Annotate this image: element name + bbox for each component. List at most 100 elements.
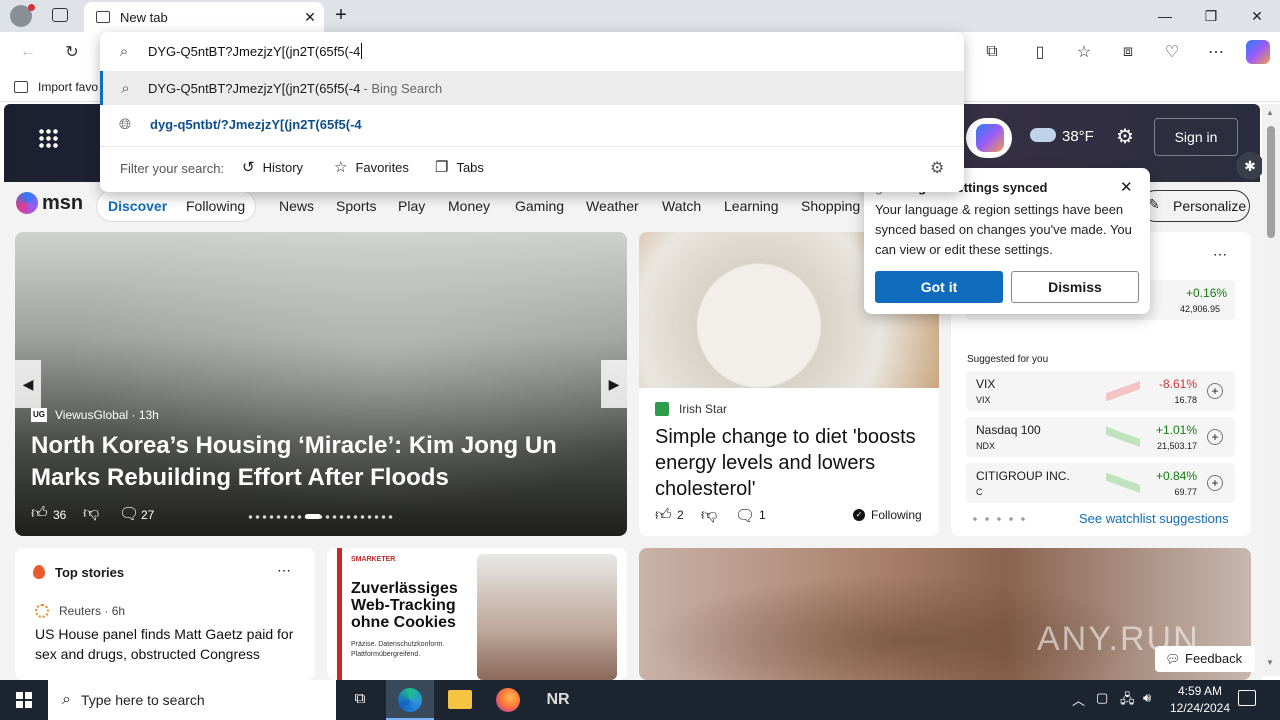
new-tab-button[interactable]: + bbox=[330, 4, 352, 26]
maximize-button[interactable]: ❐ bbox=[1188, 0, 1234, 32]
search-icon: ⌕ bbox=[119, 42, 129, 60]
filter-tabs[interactable]: ❐ Tabs bbox=[435, 158, 484, 176]
sign-in-button[interactable]: Sign in bbox=[1154, 118, 1238, 156]
stock-value: 16.78 bbox=[1174, 395, 1197, 405]
stock-sparkline bbox=[1106, 469, 1140, 497]
volume-icon[interactable]: 🔊︎ bbox=[1143, 690, 1151, 706]
file-explorer-icon[interactable] bbox=[448, 690, 472, 709]
clock[interactable]: 4:59 AM 12/24/2024 bbox=[1164, 683, 1236, 717]
dismiss-button[interactable]: Dismiss bbox=[1011, 271, 1139, 303]
nav-play[interactable]: Play bbox=[398, 198, 425, 214]
edge-taskbar-button[interactable] bbox=[386, 680, 434, 720]
tab-title: New tab bbox=[120, 9, 168, 25]
ad-card[interactable]: SMARKETER Zuverlässiges Web-Tracking ohn… bbox=[327, 548, 627, 680]
add-stock-button[interactable]: + bbox=[1207, 475, 1223, 491]
article-likes: 2 bbox=[677, 508, 684, 522]
next-slide-button[interactable]: ▶ bbox=[601, 360, 627, 408]
hero-headline[interactable]: North Korea’s Housing ‘Miracle’: Kim Jon… bbox=[31, 430, 616, 494]
close-window-button[interactable]: ✕ bbox=[1234, 0, 1280, 32]
nav-money[interactable]: Money bbox=[448, 198, 490, 214]
split-screen-icon[interactable]: ▯ bbox=[1028, 40, 1052, 64]
story-headline[interactable]: US House panel finds Matt Gaetz paid for… bbox=[35, 624, 297, 664]
tab-actions-icon[interactable] bbox=[52, 8, 68, 22]
performance-icon[interactable]: ♡ bbox=[1160, 40, 1184, 64]
watchlist-more-icon[interactable]: ⋯ bbox=[1213, 246, 1227, 263]
tab-new-tab[interactable]: New tab ✕ bbox=[84, 2, 324, 32]
dropdown-divider bbox=[100, 146, 964, 147]
see-suggestions-link[interactable]: See watchlist suggestions bbox=[1079, 511, 1229, 526]
scrollbar-thumb[interactable] bbox=[1267, 126, 1275, 238]
scrollbar-up-arrow[interactable]: ▲ bbox=[1266, 108, 1274, 117]
nav-news[interactable]: News bbox=[279, 198, 314, 214]
article-comment-icon[interactable]: 🗨 bbox=[735, 506, 755, 526]
article-following[interactable]: Following bbox=[871, 508, 922, 522]
nav-weather[interactable]: Weather bbox=[586, 198, 639, 214]
carousel-dots[interactable] bbox=[247, 514, 395, 520]
start-button[interactable] bbox=[0, 680, 48, 720]
prev-slide-button[interactable]: ◀ bbox=[15, 360, 41, 408]
stock-row-ndx[interactable]: Nasdaq 100 NDX +1.01% 21,503.17 + bbox=[966, 417, 1235, 457]
app-launcher-icon[interactable] bbox=[38, 128, 58, 148]
address-input-row[interactable]: ⌕ DYG-Q5ntBT?JmezjzY[(jn2T(65f5(-4 bbox=[100, 32, 964, 70]
nav-learning[interactable]: Learning bbox=[724, 198, 779, 214]
hero-comment-icon[interactable]: 🗨 bbox=[119, 504, 139, 524]
copilot-icon[interactable] bbox=[1246, 40, 1270, 64]
got-it-button[interactable]: Got it bbox=[875, 271, 1003, 303]
nr-app-button[interactable]: NR bbox=[536, 680, 580, 720]
hero-like-icon[interactable]: 👍︎ bbox=[31, 504, 48, 523]
show-hidden-icons[interactable]: ︿ bbox=[1072, 690, 1085, 709]
nav-discover[interactable]: Discover bbox=[108, 198, 167, 214]
pager-dots[interactable] bbox=[969, 516, 1025, 522]
suggestion-url[interactable]: 🌐︎ dyg-q5ntbt/?JmezjzY[(jn2T(65f5(-4 bbox=[100, 107, 964, 141]
address-input[interactable]: DYG-Q5ntBT?JmezjzY[(jn2T(65f5(-4 bbox=[148, 44, 360, 59]
hero-dislike-icon[interactable]: 👎︎ bbox=[83, 504, 99, 523]
nav-watch[interactable]: Watch bbox=[662, 198, 701, 214]
add-stock-button[interactable]: + bbox=[1207, 383, 1223, 399]
refresh-icon[interactable]: ↻ bbox=[60, 40, 84, 64]
stock-symbol: VIX bbox=[976, 395, 991, 405]
notification-dot bbox=[28, 4, 35, 11]
minimize-button[interactable]: — bbox=[1142, 0, 1188, 32]
stock-sparkline bbox=[1106, 377, 1140, 405]
close-tab-icon[interactable]: ✕ bbox=[296, 9, 324, 26]
task-view-icon[interactable]: ⧉ bbox=[350, 690, 370, 710]
settings-more-icon[interactable]: ⋯ bbox=[1204, 40, 1228, 64]
top-stories-more-icon[interactable]: ⋯ bbox=[277, 562, 291, 579]
nav-shopping[interactable]: Shopping bbox=[801, 198, 860, 214]
hero-card[interactable]: ◀ ▶ UG ViewusGlobal · 13h North Korea’s … bbox=[15, 232, 627, 536]
back-icon[interactable]: ← bbox=[16, 40, 40, 64]
page-scrollbar[interactable]: ▲ ▼ bbox=[1262, 104, 1280, 676]
suggestion-bing-search[interactable]: ⌕ DYG-Q5ntBT?JmezjzY[(jn2T(65f5(-4 - Bin… bbox=[100, 71, 964, 105]
filter-label: Filter your search: bbox=[120, 161, 225, 176]
import-favorites-link[interactable]: Import favo bbox=[38, 80, 98, 94]
scrollbar-down-arrow[interactable]: ▼ bbox=[1266, 658, 1274, 667]
msn-settings-icon[interactable]: ⚙ bbox=[1116, 124, 1134, 149]
top-stories-label[interactable]: Top stories bbox=[55, 565, 124, 580]
nav-gaming[interactable]: Gaming bbox=[515, 198, 564, 214]
notifications-icon[interactable] bbox=[1238, 690, 1256, 706]
nav-following[interactable]: Following bbox=[186, 198, 245, 214]
firefox-icon[interactable] bbox=[496, 688, 520, 712]
article-like-icon[interactable]: 👍︎ bbox=[655, 506, 672, 525]
filter-history[interactable]: ↺ History bbox=[242, 158, 303, 176]
msn-logo-icon[interactable] bbox=[16, 192, 38, 214]
extensions-icon[interactable]: ⧉ bbox=[980, 40, 1004, 64]
weather-temp[interactable]: 38°F bbox=[1062, 128, 1094, 145]
nr-app-label: NR bbox=[546, 691, 570, 708]
article-headline[interactable]: Simple change to diet 'boosts energy lev… bbox=[655, 424, 927, 502]
dropdown-settings-icon[interactable]: ⚙ bbox=[930, 158, 944, 178]
article-dislike-icon[interactable]: 👎︎ bbox=[701, 506, 717, 525]
add-stock-button[interactable]: + bbox=[1207, 429, 1223, 445]
nav-sports[interactable]: Sports bbox=[336, 198, 376, 214]
filter-favorites[interactable]: ☆ Favorites bbox=[334, 158, 409, 176]
stock-row-citi[interactable]: CITIGROUP INC. C +0.84% 69.77 + bbox=[966, 463, 1235, 503]
favorites-icon[interactable]: ☆ bbox=[1072, 40, 1096, 64]
device-icon[interactable]: ▢ bbox=[1096, 690, 1108, 706]
suggested-label: Suggested for you bbox=[967, 354, 1049, 365]
stock-row-vix[interactable]: VIX VIX -8.61% 16.78 + bbox=[966, 371, 1235, 411]
taskbar-search-box[interactable]: ⌕ Type here to search bbox=[48, 680, 336, 720]
network-icon[interactable]: 🖧︎ bbox=[1120, 690, 1135, 712]
popup-close-icon[interactable]: ✕ bbox=[1120, 178, 1133, 196]
collections-icon[interactable]: ⧈ bbox=[1116, 40, 1140, 64]
background-icon[interactable]: ✱ bbox=[1236, 152, 1264, 180]
